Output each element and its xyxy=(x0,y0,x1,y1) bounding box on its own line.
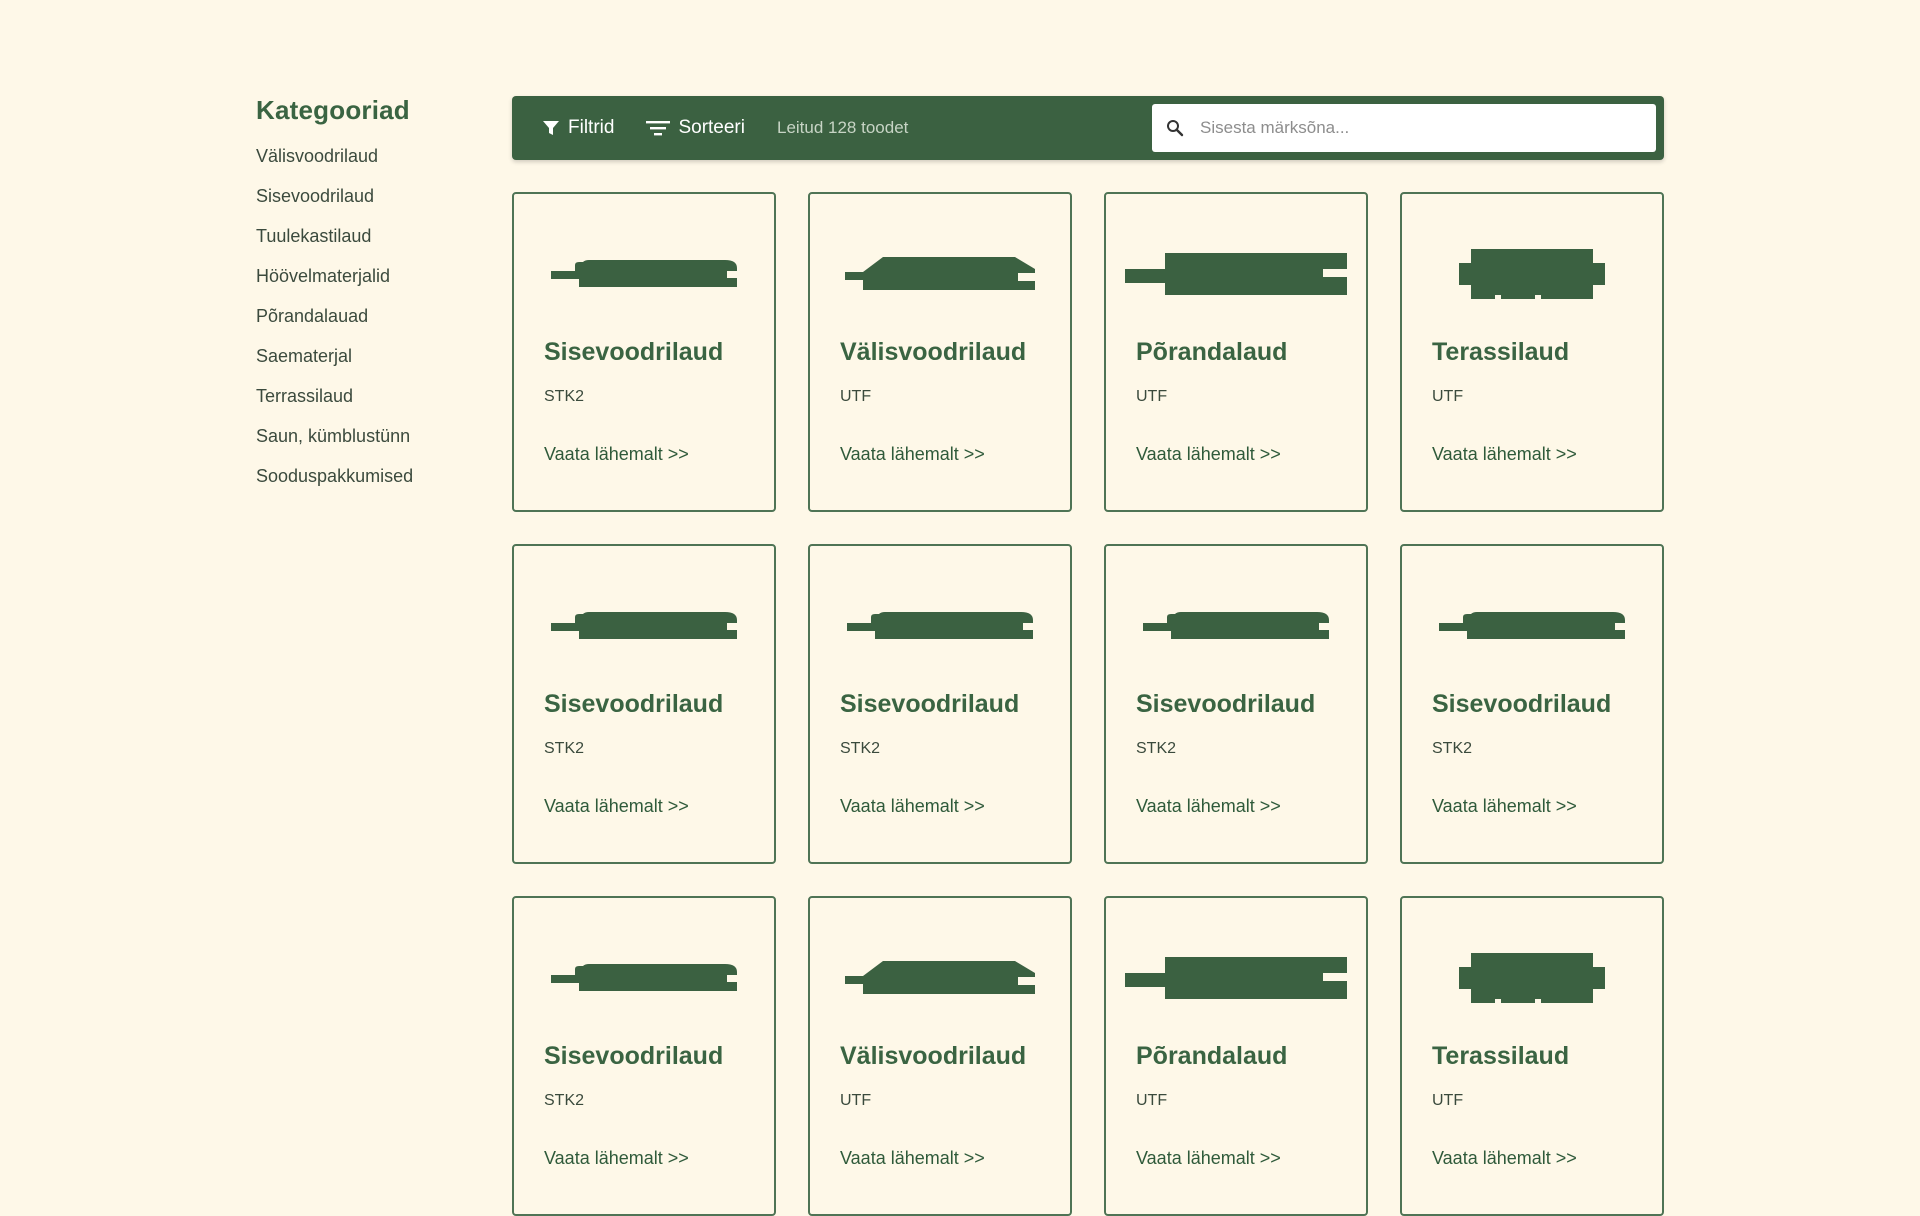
product-title: Põrandalaud xyxy=(1136,1042,1288,1070)
product-card[interactable]: Sisevoodrilaud STK2 Vaata lähemalt >> xyxy=(1104,544,1368,864)
board-profile-icon xyxy=(514,948,774,1008)
product-card[interactable]: Sisevoodrilaud STK2 Vaata lähemalt >> xyxy=(512,544,776,864)
board-profile-porand-icon xyxy=(1125,957,1347,999)
product-title: Sisevoodrilaud xyxy=(840,690,1020,718)
product-card[interactable]: Terassilaud UTF Vaata lähemalt >> xyxy=(1400,896,1664,1216)
board-profile-sise-icon xyxy=(1439,612,1625,639)
board-profile-terass-icon xyxy=(1459,249,1605,299)
view-details-link[interactable]: Vaata lähemalt >> xyxy=(544,796,689,817)
filter-button-label: Filtrid xyxy=(568,117,615,138)
board-profile-terass-icon xyxy=(1459,953,1605,1003)
sidebar-item-sisevoodrilaud[interactable]: Sisevoodrilaud xyxy=(256,186,496,226)
product-title: Terassilaud xyxy=(1432,1042,1570,1070)
sidebar-item-hoovelmaterjalid[interactable]: Höövelmaterjalid xyxy=(256,266,496,306)
product-card[interactable]: Põrandalaud UTF Vaata lähemalt >> xyxy=(1104,192,1368,512)
view-details-link[interactable]: Vaata lähemalt >> xyxy=(1136,1148,1281,1169)
product-card[interactable]: Sisevoodrilaud STK2 Vaata lähemalt >> xyxy=(1400,544,1664,864)
product-code: STK2 xyxy=(1136,740,1177,757)
sidebar-item-porandalauad[interactable]: Põrandalauad xyxy=(256,306,496,346)
product-card[interactable]: Sisevoodrilaud STK2 Vaata lähemalt >> xyxy=(512,896,776,1216)
filter-funnel-icon xyxy=(543,121,559,135)
search-box[interactable] xyxy=(1152,104,1656,152)
board-profile-icon xyxy=(1106,948,1366,1008)
filter-button[interactable]: Filtrid xyxy=(542,108,614,148)
board-profile-icon xyxy=(810,596,1070,656)
board-profile-valis-icon xyxy=(845,961,1035,994)
sidebar-item-tuulekastilaud[interactable]: Tuulekastilaud xyxy=(256,226,496,266)
view-details-link[interactable]: Vaata lähemalt >> xyxy=(1432,796,1577,817)
board-profile-icon xyxy=(514,244,774,304)
product-title: Sisevoodrilaud xyxy=(1136,690,1316,718)
sidebar-item-saematerjal[interactable]: Saematerjal xyxy=(256,346,496,386)
sort-lines-icon xyxy=(646,121,671,136)
product-title: Sisevoodrilaud xyxy=(544,1042,724,1070)
product-title: Sisevoodrilaud xyxy=(544,690,724,718)
product-card[interactable]: Sisevoodrilaud STK2 Vaata lähemalt >> xyxy=(512,192,776,512)
product-card[interactable]: Põrandalaud UTF Vaata lähemalt >> xyxy=(1104,896,1368,1216)
product-code: UTF xyxy=(1136,388,1168,405)
product-card[interactable]: Sisevoodrilaud STK2 Vaata lähemalt >> xyxy=(808,544,1072,864)
board-profile-sise-icon xyxy=(551,260,737,287)
board-profile-icon xyxy=(514,596,774,656)
view-details-link[interactable]: Vaata lähemalt >> xyxy=(840,1148,985,1169)
product-code: UTF xyxy=(1432,388,1464,405)
product-card[interactable]: Terassilaud UTF Vaata lähemalt >> xyxy=(1400,192,1664,512)
board-profile-sise-icon xyxy=(1143,612,1329,639)
product-code: STK2 xyxy=(840,740,881,757)
board-profile-icon xyxy=(1402,948,1662,1008)
board-profile-valis-icon xyxy=(845,257,1035,290)
sidebar-item-valisvoodrilaud[interactable]: Välisvoodrilaud xyxy=(256,146,496,186)
product-code: UTF xyxy=(1136,1092,1168,1109)
product-code: STK2 xyxy=(1432,740,1473,757)
view-details-link[interactable]: Vaata lähemalt >> xyxy=(1136,796,1281,817)
sidebar-item-sooduspakkumised[interactable]: Sooduspakkumised xyxy=(256,466,496,506)
product-title: Välisvoodrilaud xyxy=(840,338,1027,366)
sidebar-item-terrassilaud[interactable]: Terrassilaud xyxy=(256,386,496,426)
sidebar-item-saun[interactable]: Saun, kümblustünn xyxy=(256,426,496,466)
product-title: Terassilaud xyxy=(1432,338,1570,366)
product-code: STK2 xyxy=(544,1092,585,1109)
sort-button-label: Sorteeri xyxy=(678,117,745,138)
search-input[interactable] xyxy=(1198,117,1632,139)
board-profile-porand-icon xyxy=(1125,253,1347,295)
category-sidebar: Kategooriad Välisvoodrilaud Sisevoodrila… xyxy=(256,95,496,506)
board-profile-icon xyxy=(1402,244,1662,304)
product-card[interactable]: Välisvoodrilaud UTF Vaata lähemalt >> xyxy=(808,192,1072,512)
category-list: Välisvoodrilaud Sisevoodrilaud Tuulekast… xyxy=(256,146,496,506)
product-code: UTF xyxy=(840,388,872,405)
board-profile-icon xyxy=(810,244,1070,304)
search-icon xyxy=(1167,120,1184,137)
product-code: STK2 xyxy=(544,740,585,757)
sort-button[interactable]: Sorteeri xyxy=(646,108,745,148)
view-details-link[interactable]: Vaata lähemalt >> xyxy=(544,444,689,465)
board-profile-icon xyxy=(1402,596,1662,656)
product-title: Sisevoodrilaud xyxy=(544,338,724,366)
product-grid: Sisevoodrilaud STK2 Vaata lähemalt >> Välis… xyxy=(512,192,1664,1216)
board-profile-icon xyxy=(1106,244,1366,304)
product-card[interactable]: Välisvoodrilaud UTF Vaata lähemalt >> xyxy=(808,896,1072,1216)
product-code: UTF xyxy=(840,1092,872,1109)
product-code: UTF xyxy=(1432,1092,1464,1109)
sidebar-title: Kategooriad xyxy=(256,95,410,125)
board-profile-icon xyxy=(810,948,1070,1008)
product-title: Välisvoodrilaud xyxy=(840,1042,1027,1070)
board-profile-sise-icon xyxy=(551,964,737,991)
product-code: STK2 xyxy=(544,388,585,405)
result-count: Leitud 128 toodet xyxy=(776,118,909,137)
view-details-link[interactable]: Vaata lähemalt >> xyxy=(1432,444,1577,465)
product-title: Põrandalaud xyxy=(1136,338,1288,366)
product-title: Sisevoodrilaud xyxy=(1432,690,1612,718)
board-profile-sise-icon xyxy=(551,612,737,639)
board-profile-sise-icon xyxy=(847,612,1033,639)
view-details-link[interactable]: Vaata lähemalt >> xyxy=(544,1148,689,1169)
view-details-link[interactable]: Vaata lähemalt >> xyxy=(1432,1148,1577,1169)
view-details-link[interactable]: Vaata lähemalt >> xyxy=(1136,444,1281,465)
board-profile-icon xyxy=(1106,596,1366,656)
view-details-link[interactable]: Vaata lähemalt >> xyxy=(840,796,985,817)
view-details-link[interactable]: Vaata lähemalt >> xyxy=(840,444,985,465)
product-toolbar: Filtrid Sorteeri Leitud 128 toodet xyxy=(512,96,1664,160)
